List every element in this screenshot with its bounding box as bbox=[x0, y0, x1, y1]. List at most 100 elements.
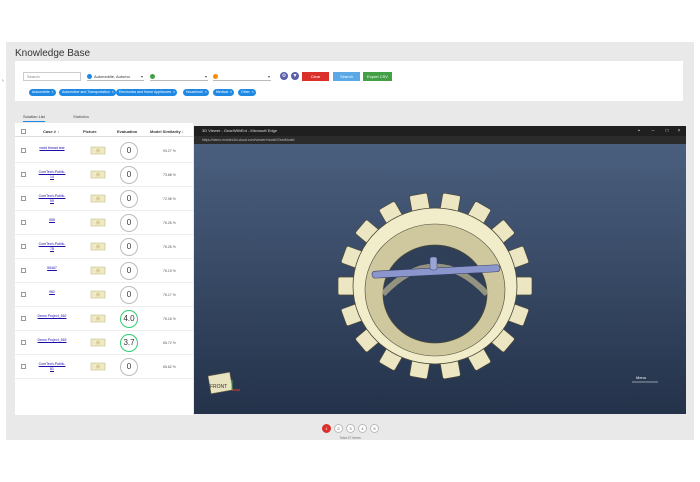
table-row[interactable]: Demo Project_562 4.0 76.16 % bbox=[15, 307, 193, 331]
row-checkbox[interactable] bbox=[21, 244, 26, 249]
chip-automobile[interactable]: Automobile × bbox=[29, 89, 56, 96]
evaluation-score[interactable]: 0 bbox=[120, 190, 138, 208]
case-thumbnail[interactable] bbox=[90, 338, 106, 347]
row-checkbox[interactable] bbox=[21, 220, 26, 225]
page-button-5[interactable]: 5 bbox=[370, 424, 379, 433]
evaluation-score[interactable]: 0 bbox=[120, 358, 138, 376]
row-checkbox[interactable] bbox=[21, 340, 26, 345]
chevron-down-icon: ▾ bbox=[140, 74, 143, 79]
page-button-2[interactable]: 2 bbox=[334, 424, 343, 433]
table-row[interactable]: 55467 0 76.19 % bbox=[15, 259, 193, 283]
minimize-icon[interactable]: – bbox=[648, 126, 658, 136]
case-thumbnail[interactable] bbox=[90, 314, 106, 323]
case-link[interactable]: 982 bbox=[37, 290, 67, 295]
select-all-checkbox[interactable] bbox=[21, 129, 26, 134]
tab-solution-list[interactable]: Solution List bbox=[23, 114, 45, 122]
case-link[interactable]: mold thread test bbox=[37, 146, 67, 151]
evaluation-score[interactable]: 4.0 bbox=[120, 310, 138, 328]
page-button-3[interactable]: 3 bbox=[346, 424, 355, 433]
table-row[interactable]: mold thread test 0 93.27 % bbox=[15, 139, 193, 163]
row-checkbox[interactable] bbox=[21, 268, 26, 273]
table-row[interactable]: CoreTech-Public-81 0 65.62 % bbox=[15, 355, 193, 379]
row-checkbox[interactable] bbox=[21, 148, 26, 153]
solution-list-panel: Case # ↓ Picture Evaluation Model Simila… bbox=[15, 123, 193, 415]
case-thumbnail[interactable] bbox=[90, 146, 106, 155]
chip-automotive[interactable]: Automotive and Transportation × bbox=[59, 89, 116, 96]
case-thumbnail[interactable] bbox=[90, 194, 106, 203]
row-checkbox[interactable] bbox=[21, 172, 26, 177]
similarity-value: 76.17 % bbox=[163, 293, 176, 297]
third-select[interactable]: ▾ bbox=[213, 72, 271, 81]
similarity-value: 76.26 % bbox=[163, 221, 176, 225]
chip-household[interactable]: Household × bbox=[183, 89, 209, 96]
header-similarity[interactable]: Model Similarity ↓ bbox=[150, 129, 184, 134]
row-checkbox[interactable] bbox=[21, 364, 26, 369]
case-link[interactable]: CoreTech-Public-59 bbox=[37, 194, 67, 204]
filter-icon[interactable]: ▼ bbox=[291, 72, 299, 80]
close-icon[interactable]: × bbox=[172, 89, 176, 96]
chevron-right-icon[interactable]: › bbox=[2, 78, 4, 84]
chip-other[interactable]: Other × bbox=[238, 89, 256, 96]
page-button-1[interactable]: 1 bbox=[322, 424, 331, 433]
case-thumbnail[interactable] bbox=[90, 290, 106, 299]
export-csv-button[interactable]: Export CSV bbox=[363, 72, 392, 81]
maximize-icon[interactable]: □ bbox=[662, 126, 672, 136]
filter-bar: Search Automobile, Automo ▾ ▾ ▾ ⚙ ▼ Clea… bbox=[15, 61, 683, 101]
similarity-value: 72.98 % bbox=[163, 197, 176, 201]
case-link[interactable]: CoreTech-Public-14 bbox=[37, 170, 67, 180]
chip-medical[interactable]: Medical × bbox=[213, 89, 235, 96]
case-thumbnail[interactable] bbox=[90, 266, 106, 275]
case-thumbnail[interactable] bbox=[90, 242, 106, 251]
tab-statistics[interactable]: Statistics bbox=[73, 114, 89, 119]
close-icon[interactable]: × bbox=[251, 89, 255, 96]
close-icon[interactable]: × bbox=[204, 89, 208, 96]
table-row[interactable]: 982 0 76.17 % bbox=[15, 283, 193, 307]
category-select[interactable]: Automobile, Automo ▾ bbox=[87, 72, 144, 81]
case-link[interactable]: 55467 bbox=[37, 266, 67, 271]
table-row[interactable]: 558 0 76.26 % bbox=[15, 211, 193, 235]
evaluation-score[interactable]: 0 bbox=[120, 166, 138, 184]
header-evaluation: Evaluation bbox=[117, 129, 138, 134]
header-case[interactable]: Case # ↓ bbox=[43, 129, 59, 134]
chevron-down-icon: ▾ bbox=[204, 74, 207, 79]
case-link[interactable]: Demo Project_562 bbox=[37, 314, 67, 319]
page-button-4[interactable]: 4 bbox=[358, 424, 367, 433]
evaluation-score[interactable]: 0 bbox=[120, 238, 138, 256]
evaluation-score[interactable]: 0 bbox=[120, 214, 138, 232]
evaluation-score[interactable]: 0 bbox=[120, 142, 138, 160]
second-select[interactable]: ▾ bbox=[150, 72, 208, 81]
close-icon[interactable]: × bbox=[51, 89, 55, 96]
evaluation-score[interactable]: 0 bbox=[120, 262, 138, 280]
search-input[interactable]: Search bbox=[23, 72, 81, 81]
close-icon[interactable]: × bbox=[674, 126, 684, 136]
similarity-value: 93.27 % bbox=[163, 149, 176, 153]
search-button[interactable]: Search bbox=[333, 72, 360, 81]
profile-icon[interactable]: ▪ bbox=[634, 126, 644, 136]
settings-icon[interactable]: ⚙ bbox=[280, 72, 288, 80]
viewer-address-bar[interactable]: https://demo.moldex3d-cloud.com/viewer/m… bbox=[194, 136, 686, 144]
case-thumbnail[interactable] bbox=[90, 218, 106, 227]
row-checkbox[interactable] bbox=[21, 196, 26, 201]
case-link[interactable]: 558 bbox=[37, 218, 67, 223]
evaluation-score[interactable]: 0 bbox=[120, 286, 138, 304]
case-thumbnail[interactable] bbox=[90, 362, 106, 371]
table-row[interactable]: CoreTech-Public-59 0 72.98 % bbox=[15, 187, 193, 211]
shaft-pin bbox=[429, 256, 438, 271]
clear-button[interactable]: Clear bbox=[302, 72, 329, 81]
total-items-text: Total 47 items bbox=[339, 436, 361, 440]
table-row[interactable]: Demo Project_563 3.7 65.72 % bbox=[15, 331, 193, 355]
close-icon[interactable]: × bbox=[229, 89, 233, 96]
case-link[interactable]: Demo Project_563 bbox=[37, 338, 67, 343]
evaluation-score[interactable]: 3.7 bbox=[120, 334, 138, 352]
table-row[interactable]: CoreTech-Public-14 0 73.68 % bbox=[15, 163, 193, 187]
chip-electronics[interactable]: Electronics and Home Appliances × bbox=[116, 89, 178, 96]
case-link[interactable]: CoreTech-Public-78 bbox=[37, 242, 67, 252]
row-checkbox[interactable] bbox=[21, 292, 26, 297]
close-icon[interactable]: × bbox=[111, 89, 115, 96]
case-thumbnail[interactable] bbox=[90, 170, 106, 179]
case-link[interactable]: CoreTech-Public-81 bbox=[37, 362, 67, 372]
gear-3d-scene[interactable]: FRONT Menu bbox=[194, 144, 686, 414]
row-checkbox[interactable] bbox=[21, 316, 26, 321]
3d-viewer-window[interactable]: 3D Viewer - GearWithEnt - Microsoft Edge… bbox=[194, 126, 686, 414]
table-row[interactable]: CoreTech-Public-78 0 76.26 % bbox=[15, 235, 193, 259]
